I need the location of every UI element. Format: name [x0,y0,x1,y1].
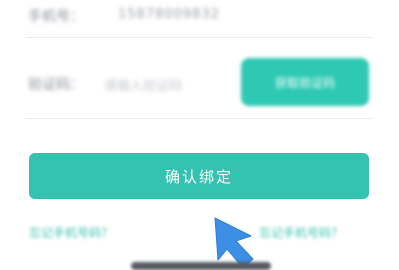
phone-value: 15878009832 [118,7,220,22]
confirm-bind-button[interactable]: 确认绑定 [29,153,369,199]
phone-label: 手机号： [28,9,84,25]
divider [26,37,373,38]
forgot-phone-link[interactable]: 忘记手机号码？ [29,224,113,241]
code-label: 验证码： [28,77,84,93]
forgot-password-link[interactable]: 忘记手机号码？ [259,224,343,241]
get-code-button[interactable]: 获取验证码 [241,58,369,106]
phone-row: 手机号： 15878009832 [0,0,399,36]
home-indicator [131,262,271,270]
code-input[interactable]: 请输入验证码 [104,75,182,94]
divider [26,118,373,119]
